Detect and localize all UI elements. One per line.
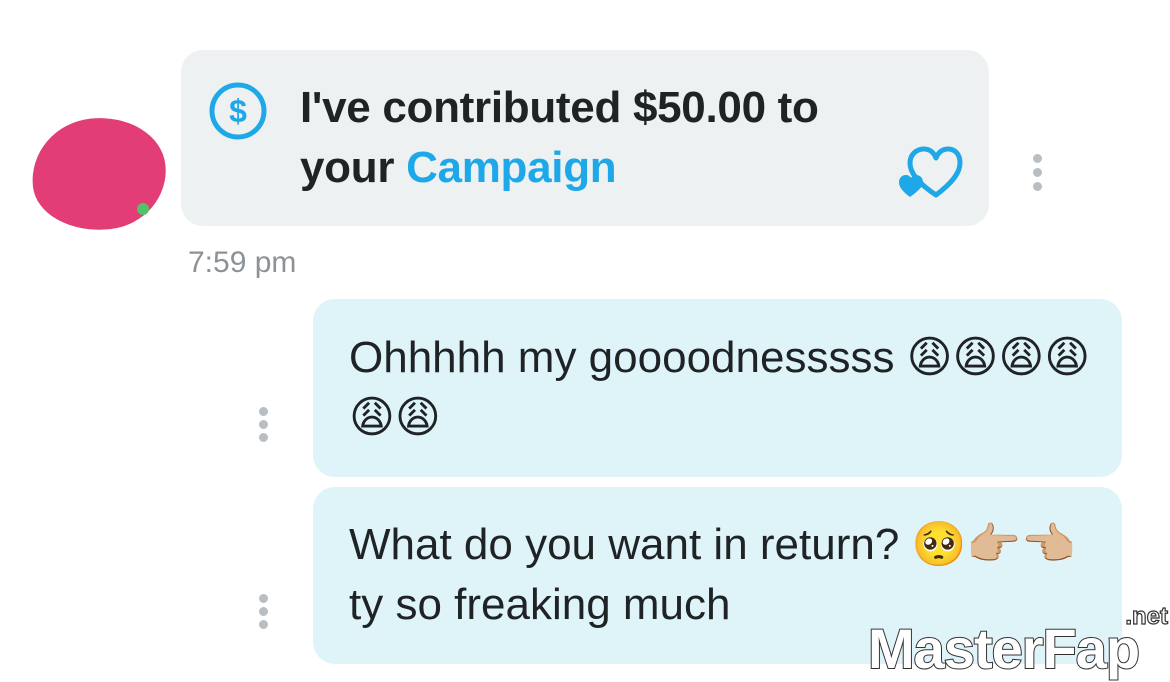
- campaign-link[interactable]: Campaign: [406, 143, 617, 192]
- watermark-text: MasterFap: [868, 617, 1139, 680]
- heart-outline-icon[interactable]: [896, 143, 966, 201]
- tip-message-text: I've contributed $50.00 to your Campaign: [300, 78, 900, 198]
- more-vertical-icon[interactable]: [252, 405, 276, 445]
- outgoing-message-text: Ohhhhh my goooodnesssss 😩😩😩😩😩😩: [349, 333, 1091, 442]
- svg-text:$: $: [229, 93, 247, 129]
- dollar-circle-icon: $: [209, 82, 267, 140]
- watermark-logo: .net MasterFap: [867, 604, 1169, 681]
- more-vertical-icon[interactable]: [1026, 152, 1050, 194]
- online-status-dot: [137, 203, 149, 215]
- sender-avatar[interactable]: [26, 111, 172, 237]
- message-timestamp: 7:59 pm: [188, 246, 297, 279]
- more-vertical-icon[interactable]: [252, 592, 276, 632]
